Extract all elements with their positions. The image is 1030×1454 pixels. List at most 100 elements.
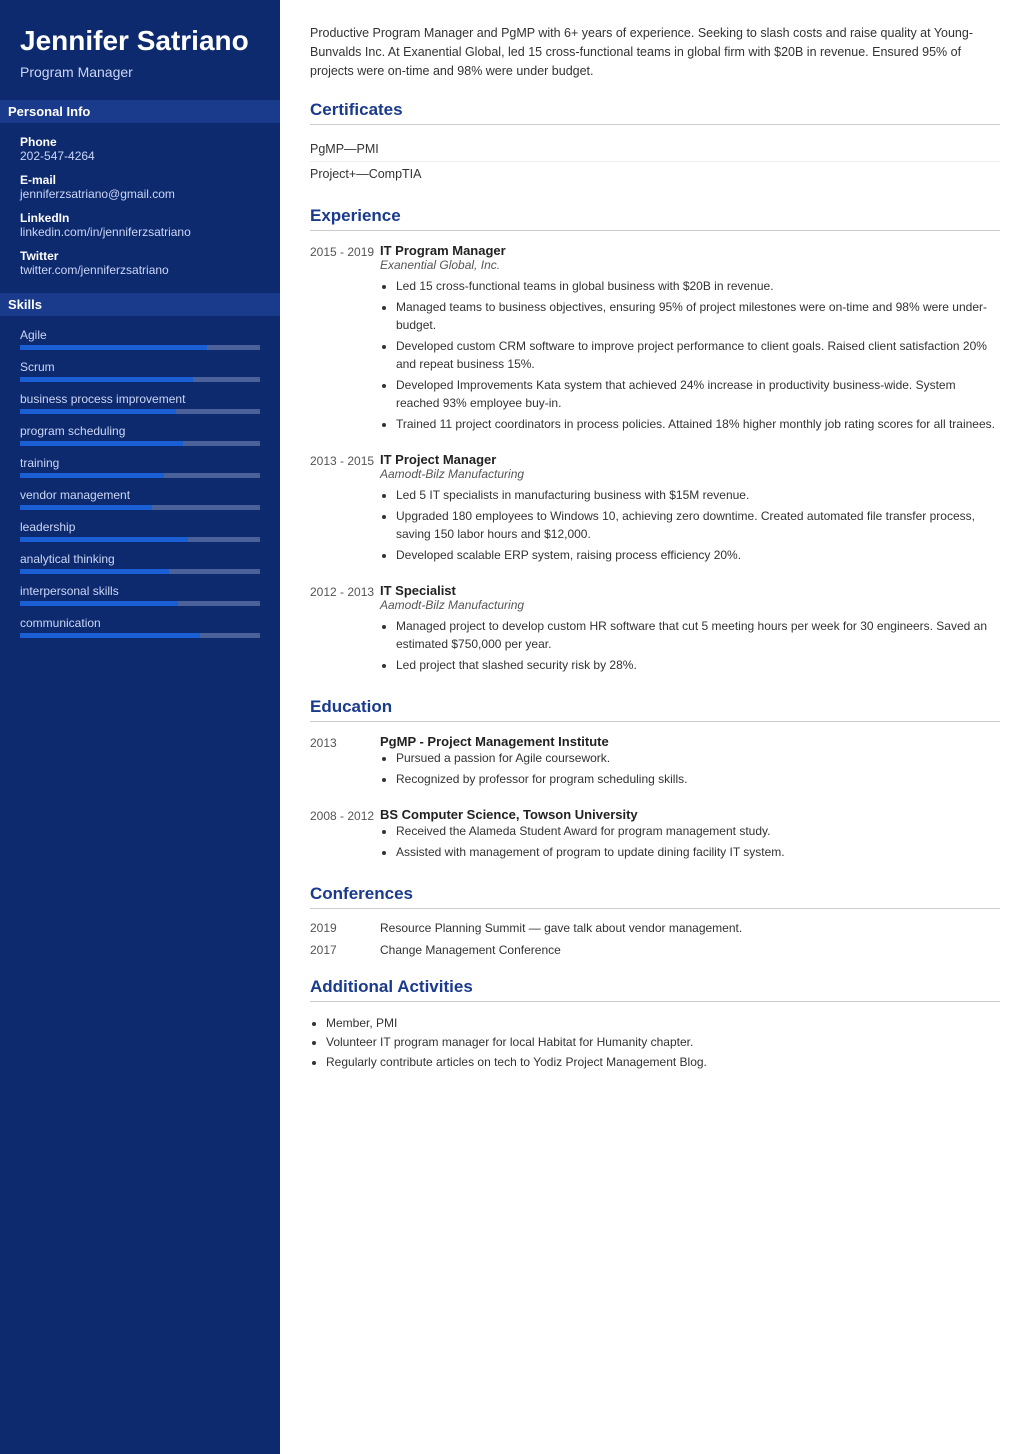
contact-value: linkedin.com/in/jenniferzsatriano [20, 225, 260, 239]
entry-content: IT Program ManagerExanential Global, Inc… [380, 243, 1000, 436]
skill-item: Scrum [20, 360, 260, 382]
entry-content: IT Project ManagerAamodt-Bilz Manufactur… [380, 452, 1000, 567]
entry-date: 2013 - 2015 [310, 452, 380, 567]
bullet-item: Developed Improvements Kata system that … [396, 376, 1000, 412]
education-section: Education 2013PgMP - Project Management … [310, 697, 1000, 864]
bullet-item: Pursued a passion for Agile coursework. [396, 749, 1000, 767]
skill-item: interpersonal skills [20, 584, 260, 606]
entry-title: IT Project Manager [380, 452, 1000, 467]
skill-bar-bg [20, 601, 260, 606]
entry-date: 2008 - 2012 [310, 807, 380, 864]
conferences-section: Conferences 2019 Resource Planning Summi… [310, 884, 1000, 957]
skill-item: leadership [20, 520, 260, 542]
education-list: 2013PgMP - Project Management InstituteP… [310, 734, 1000, 864]
certificates-list: PgMP—PMIProject+—CompTIA [310, 137, 1000, 186]
conference-text: Change Management Conference [380, 943, 561, 957]
skills-heading: Skills [0, 293, 280, 316]
entry-date: 2012 - 2013 [310, 583, 380, 677]
entry-bullets: Managed project to develop custom HR sof… [380, 617, 1000, 674]
bullet-item: Trained 11 project coordinators in proce… [396, 415, 1000, 433]
skill-name: communication [20, 616, 260, 630]
sidebar: Jennifer Satriano Program Manager Person… [0, 0, 280, 1454]
skill-item: training [20, 456, 260, 478]
conference-row: 2017 Change Management Conference [310, 943, 1000, 957]
skill-name: analytical thinking [20, 552, 260, 566]
skills-section: Agile Scrum business process improvement [20, 328, 260, 638]
bullet-item: Upgraded 180 employees to Windows 10, ac… [396, 507, 1000, 543]
bullet-item: Recognized by professor for program sche… [396, 770, 1000, 788]
contact-label: LinkedIn [20, 211, 260, 225]
skill-bar-fill [20, 537, 188, 542]
skill-bar-fill [20, 345, 207, 350]
entry-row: 2013PgMP - Project Management InstituteP… [310, 734, 1000, 791]
skill-bar-bg [20, 441, 260, 446]
skill-name: Agile [20, 328, 260, 342]
skill-name: vendor management [20, 488, 260, 502]
entry-content: PgMP - Project Management InstitutePursu… [380, 734, 1000, 791]
bullet-item: Led project that slashed security risk b… [396, 656, 1000, 674]
entry-title: PgMP - Project Management Institute [380, 734, 1000, 749]
entry-content: IT SpecialistAamodt-Bilz ManufacturingMa… [380, 583, 1000, 677]
entry-date: 2013 [310, 734, 380, 791]
activities-heading: Additional Activities [310, 977, 1000, 1002]
skill-name: interpersonal skills [20, 584, 260, 598]
experience-section: Experience 2015 - 2019IT Program Manager… [310, 206, 1000, 677]
candidate-title: Program Manager [20, 64, 260, 80]
skill-name: business process improvement [20, 392, 260, 406]
entry-title: IT Specialist [380, 583, 1000, 598]
activity-item: Member, PMI [326, 1014, 1000, 1033]
entry-bullets: Led 15 cross-functional teams in global … [380, 277, 1000, 433]
skill-item: business process improvement [20, 392, 260, 414]
contact-label: E-mail [20, 173, 260, 187]
skill-bar-bg [20, 569, 260, 574]
contact-value: twitter.com/jenniferzsatriano [20, 263, 260, 277]
entry-date: 2015 - 2019 [310, 243, 380, 436]
skill-item: communication [20, 616, 260, 638]
bullet-item: Managed teams to business objectives, en… [396, 298, 1000, 334]
skill-bar-fill [20, 569, 169, 574]
skill-bar-fill [20, 409, 176, 414]
entry-company: Exanential Global, Inc. [380, 258, 1000, 272]
contact-item: LinkedIn linkedin.com/in/jenniferzsatria… [20, 211, 260, 239]
conference-text: Resource Planning Summit — gave talk abo… [380, 921, 742, 935]
certificate-item: PgMP—PMI [310, 137, 1000, 162]
skill-bar-bg [20, 537, 260, 542]
skill-name: leadership [20, 520, 260, 534]
skill-item: analytical thinking [20, 552, 260, 574]
entry-title: IT Program Manager [380, 243, 1000, 258]
education-heading: Education [310, 697, 1000, 722]
skill-bar-fill [20, 473, 164, 478]
activities-list: Member, PMIVolunteer IT program manager … [310, 1014, 1000, 1072]
skill-bar-bg [20, 377, 260, 382]
certificates-heading: Certificates [310, 100, 1000, 125]
skill-name: program scheduling [20, 424, 260, 438]
contacts-section: Phone 202-547-4264E-mail jenniferzsatria… [20, 135, 260, 277]
summary-text: Productive Program Manager and PgMP with… [310, 24, 1000, 80]
activity-item: Regularly contribute articles on tech to… [326, 1053, 1000, 1072]
contact-item: Phone 202-547-4264 [20, 135, 260, 163]
contact-item: Twitter twitter.com/jenniferzsatriano [20, 249, 260, 277]
skill-bar-fill [20, 633, 200, 638]
entry-bullets: Pursued a passion for Agile coursework. R… [380, 749, 1000, 788]
skill-item: Agile [20, 328, 260, 350]
bullet-item: Led 5 IT specialists in manufacturing bu… [396, 486, 1000, 504]
skill-bar-bg [20, 633, 260, 638]
conferences-heading: Conferences [310, 884, 1000, 909]
entry-content: BS Computer Science, Towson UniversityRe… [380, 807, 1000, 864]
skill-bar-bg [20, 505, 260, 510]
skill-bar-fill [20, 505, 152, 510]
skill-name: Scrum [20, 360, 260, 374]
entry-row: 2008 - 2012BS Computer Science, Towson U… [310, 807, 1000, 864]
conference-row: 2019 Resource Planning Summit — gave tal… [310, 921, 1000, 935]
certificates-section: Certificates PgMP—PMIProject+—CompTIA [310, 100, 1000, 186]
conference-date: 2017 [310, 943, 380, 957]
skill-bar-fill [20, 441, 183, 446]
entry-row: 2015 - 2019IT Program ManagerExanential … [310, 243, 1000, 436]
skill-bar-fill [20, 377, 193, 382]
skill-bar-fill [20, 601, 178, 606]
conference-date: 2019 [310, 921, 380, 935]
contact-value: 202-547-4264 [20, 149, 260, 163]
skill-name: training [20, 456, 260, 470]
experience-heading: Experience [310, 206, 1000, 231]
personal-info-heading: Personal Info [0, 100, 280, 123]
